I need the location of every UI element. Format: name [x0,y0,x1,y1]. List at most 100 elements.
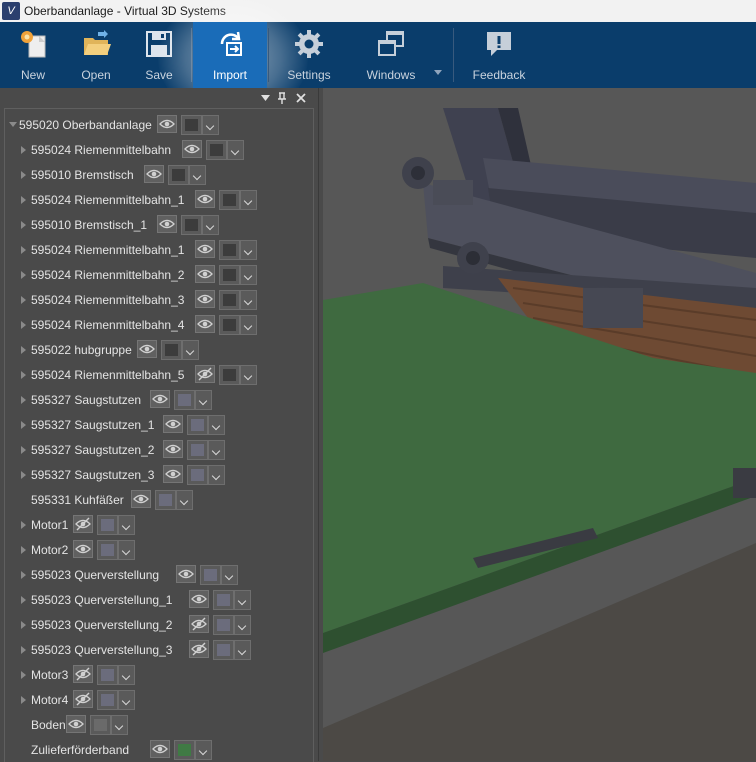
close-icon[interactable] [296,93,306,103]
color-dropdown-button[interactable] [202,115,219,135]
eye-icon[interactable] [137,340,157,358]
tree-row[interactable]: 595022 hubgruppe [5,337,313,362]
color-dropdown-button[interactable] [221,565,238,585]
color-swatch[interactable] [219,290,240,310]
tree-row[interactable]: Motor3 [5,662,313,687]
expand-closed-icon[interactable] [21,321,26,329]
color-swatch[interactable] [187,440,208,460]
color-dropdown-button[interactable] [240,190,257,210]
tree-row[interactable]: Motor2 [5,537,313,562]
eye-icon[interactable] [195,265,215,283]
color-swatch[interactable] [187,465,208,485]
tree-row[interactable]: 595010 Bremstisch [5,162,313,187]
feedback-button[interactable]: Feedback [464,22,534,88]
color-swatch[interactable] [174,390,195,410]
color-dropdown-button[interactable] [118,540,135,560]
tree-row[interactable]: 595010 Bremstisch_1 [5,212,313,237]
tree-row[interactable]: Boden [5,712,313,737]
expand-closed-icon[interactable] [21,246,26,254]
tree-row[interactable]: 595327 Saugstutzen_1 [5,412,313,437]
color-swatch[interactable] [219,315,240,335]
windows-dropdown-arrow-icon[interactable] [434,70,442,75]
color-dropdown-button[interactable] [227,140,244,160]
eye-icon[interactable] [131,490,151,508]
color-dropdown-button[interactable] [240,315,257,335]
save-button[interactable]: Save [132,22,186,88]
expand-closed-icon[interactable] [21,146,26,154]
eye-icon[interactable] [195,240,215,258]
eye-icon[interactable] [189,590,209,608]
eye-icon[interactable] [182,140,202,158]
color-dropdown-button[interactable] [240,290,257,310]
windows-button[interactable]: Windows [354,22,428,88]
color-dropdown-button[interactable] [189,165,206,185]
tree-row[interactable]: 595327 Saugstutzen_2 [5,437,313,462]
expand-closed-icon[interactable] [21,271,26,279]
expand-open-icon[interactable] [9,122,17,127]
tree-row[interactable]: 595024 Riemenmittelbahn_1 [5,187,313,212]
new-button[interactable]: New [6,22,60,88]
color-dropdown-button[interactable] [195,740,212,760]
expand-closed-icon[interactable] [21,646,26,654]
3d-viewport[interactable] [323,88,756,761]
tree-row[interactable]: 595327 Saugstutzen_3 [5,462,313,487]
tree-row[interactable]: 595024 Riemenmittelbahn_3 [5,287,313,312]
eye-icon[interactable] [73,540,93,558]
expand-closed-icon[interactable] [21,371,26,379]
eye-icon[interactable] [195,315,215,333]
color-dropdown-button[interactable] [118,665,135,685]
color-dropdown-button[interactable] [118,690,135,710]
color-swatch[interactable] [219,190,240,210]
expand-closed-icon[interactable] [21,621,26,629]
tree-row[interactable]: 595331 Kuhfäßer [5,487,313,512]
color-swatch[interactable] [97,515,118,535]
expand-closed-icon[interactable] [21,196,26,204]
expand-closed-icon[interactable] [21,396,26,404]
color-swatch[interactable] [181,115,202,135]
eye-icon[interactable] [157,215,177,233]
color-swatch[interactable] [97,690,118,710]
eye-icon[interactable] [195,190,215,208]
open-button[interactable]: Open [68,22,124,88]
eye-icon[interactable] [157,115,177,133]
tree-row[interactable]: 595024 Riemenmittelbahn_1 [5,237,313,262]
color-dropdown-button[interactable] [208,440,225,460]
color-dropdown-button[interactable] [118,515,135,535]
color-swatch[interactable] [90,715,111,735]
eye-icon[interactable] [176,565,196,583]
color-swatch[interactable] [200,565,221,585]
tree-row[interactable]: 595023 Querverstellung_1 [5,587,313,612]
color-swatch[interactable] [187,415,208,435]
color-swatch[interactable] [206,140,227,160]
color-dropdown-button[interactable] [240,240,257,260]
expand-closed-icon[interactable] [21,421,26,429]
tree-row[interactable]: 595024 Riemenmittelbahn_5 [5,362,313,387]
color-swatch[interactable] [213,640,234,660]
tree-row[interactable]: 595020 Oberbandanlage [5,112,313,137]
tree-row[interactable]: 595023 Querverstellung [5,562,313,587]
tree-row[interactable]: 595327 Saugstutzen [5,387,313,412]
eye-hidden-icon[interactable] [189,640,209,658]
color-swatch[interactable] [213,590,234,610]
tree-row[interactable]: 595024 Riemenmittelbahn_4 [5,312,313,337]
expand-closed-icon[interactable] [21,671,26,679]
eye-icon[interactable] [163,465,183,483]
expand-closed-icon[interactable] [21,596,26,604]
color-swatch[interactable] [219,365,240,385]
expand-closed-icon[interactable] [21,296,26,304]
expand-closed-icon[interactable] [21,571,26,579]
expand-closed-icon[interactable] [21,521,26,529]
color-swatch[interactable] [174,740,195,760]
eye-icon[interactable] [66,715,86,733]
color-swatch[interactable] [181,215,202,235]
eye-icon[interactable] [150,390,170,408]
color-dropdown-button[interactable] [195,390,212,410]
color-swatch[interactable] [219,265,240,285]
eye-hidden-icon[interactable] [73,665,93,683]
tree-row[interactable]: 595024 Riemenmittelbahn_2 [5,262,313,287]
expand-closed-icon[interactable] [21,221,26,229]
color-dropdown-button[interactable] [234,590,251,610]
color-swatch[interactable] [213,615,234,635]
eye-icon[interactable] [144,165,164,183]
tree-row[interactable]: Zulieferförderband [5,737,313,762]
